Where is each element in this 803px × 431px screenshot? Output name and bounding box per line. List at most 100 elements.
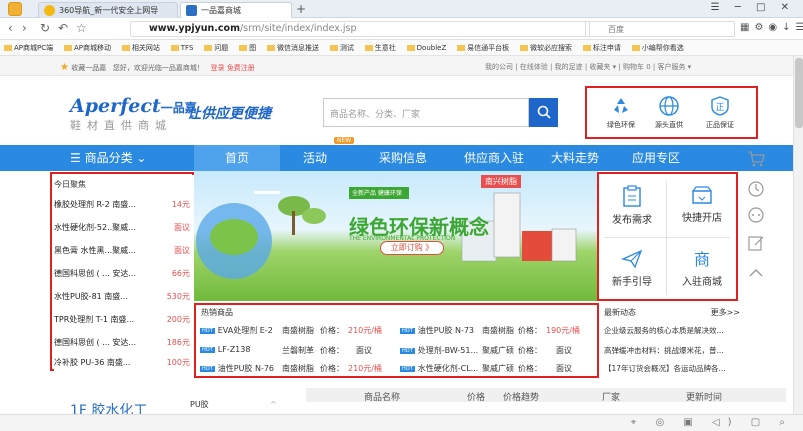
search-button[interactable] [529,98,558,127]
hot-seller: 兰磐制革 [282,346,314,355]
quick-open-store-button[interactable]: 快捷开店 [668,175,736,237]
browser-status-bar: ⌖ ◎ ▣ ◁) ▢ ⌕ [0,414,803,431]
news-more-link[interactable]: 更多>> [711,307,740,318]
nav-supplier-join[interactable]: 供应商入驻 [452,145,536,171]
list-item[interactable]: 德国科思创 ( ... 安达... 186元 [54,337,190,348]
hot-name: EVA处理剂 E-2 [217,326,273,335]
quick-label: 快捷开店 [682,213,722,224]
hot-seller: 聚威广硕 [482,364,514,373]
browser-tab-ypj[interactable]: 一品嘉商城 [180,2,292,18]
bookmark-item[interactable]: 相关网站 [122,43,160,53]
hot-price: 面议 [356,346,372,355]
news-item[interactable]: 高弹缓冲击材料：挑战爆米花，普... [604,345,742,356]
product-name: 黑色膏 水性黑...聚威... [54,246,136,255]
hot-price: 面议 [556,364,572,373]
feature-green[interactable]: 绿色环保 [598,95,644,130]
nav-procurement[interactable]: 采购信息 [368,145,438,171]
page-scrollbar[interactable] [793,56,803,414]
news-item[interactable]: 【17年订货会概况】各运动品牌各... [604,363,742,374]
search-icon [537,105,551,119]
status-icons[interactable]: ⌖ ◎ ▣ ◁) ▢ ⌕ [631,417,793,428]
back-to-top-icon[interactable] [746,264,766,284]
category-menu[interactable]: ☰ 商品分类 ⌄ [54,145,194,171]
login-link[interactable]: 登录 [211,64,225,72]
back-icon[interactable]: ‹ [8,21,13,35]
order-now-button[interactable]: 立即订购 》 [380,241,444,255]
bookmark-item[interactable]: AP商城移动 [64,43,111,53]
nav-app-zone[interactable]: 应用专区 [622,145,690,171]
nav-activity[interactable]: 活动 [290,145,340,171]
floor-subcategory[interactable]: PU胶 [190,399,209,410]
beginner-guide-button[interactable]: 新手引导 [598,239,666,301]
home-icon[interactable]: ☆ [76,21,87,35]
site-logo[interactable]: Aperfect一品嘉 [70,95,197,117]
publish-demand-button[interactable]: 发布需求 [598,175,666,237]
new-tab-icon[interactable]: + [296,2,306,16]
product-price: 66元 [171,269,190,278]
news-title: 最新动态 [604,308,636,317]
bookmark-item[interactable]: 易信通平台板 [457,43,509,53]
refresh-icon[interactable]: ↻ [40,21,50,35]
hot-product[interactable]: HOT 处理剂-BW-51... [400,345,478,356]
nav-home[interactable]: 首页 [194,145,280,171]
feedback-icon[interactable] [746,234,766,254]
product-price: 100元 [166,358,190,367]
hot-badge: HOT [200,328,215,334]
bookmark-item[interactable]: 生意社 [365,43,396,53]
window-controls[interactable]: ☰ ─ □ ✕ [711,2,795,13]
list-item[interactable]: 德国科思创 ( ... 安达... 66元 [54,268,190,279]
paper-plane-icon [621,249,643,269]
hot-title: 热销商品 [201,308,233,317]
join-mall-button[interactable]: 商 入驻商城 [668,239,736,301]
bookmark-item[interactable]: AP商城PC端 [4,43,53,53]
history-icon[interactable] [746,180,766,200]
bookmark-item[interactable]: 图 [239,43,256,53]
favorite-link[interactable]: ★ 收藏一品嘉 您好，欢迎光临一品嘉商城！ 登录 免费注册 [60,62,255,73]
tab-label: 360导航_新一代安全上网导 [59,6,159,15]
hot-product[interactable]: HOT EVA处理剂 E-2 [200,325,273,336]
feature-source[interactable]: 源头直供 [646,95,692,130]
list-item[interactable]: 黑色膏 水性黑...聚威... 面议 [54,245,190,256]
browser-nav-bar: ‹ › ↻ ↶ ☆ www.ypjyun.com/srm/site/index/… [0,18,803,40]
address-bar[interactable]: www.ypjyun.com/srm/site/index/index.jsp [130,21,590,37]
hot-product[interactable]: HOT 油性PU胶 N-73 [400,325,474,336]
bookmark-item[interactable]: 微软必应搜索 [520,43,572,53]
list-item[interactable]: 水性PU胶-81 南盛... 530元 [54,291,190,302]
brand-tag: 南兴树脂 [481,175,521,188]
list-item[interactable]: 橡胶处理剂 R-2 南盛... 14元 [54,199,190,210]
feature-genuine[interactable]: 正 正品保证 [697,95,743,130]
undo-icon[interactable]: ↶ [58,21,68,35]
service-icon[interactable] [746,206,766,226]
bookmark-item[interactable]: 小编帮你看选 [632,43,684,53]
hot-product[interactable]: HOT LF-Z138 [200,345,250,354]
browser-tools-icons[interactable]: ▦⚙◉↓☰ [740,22,803,33]
certified-icon: 正 [711,96,729,116]
scrollbar-thumb[interactable] [795,58,803,128]
browser-tab-360[interactable]: 360导航_新一代安全上网导 [38,2,178,18]
bookmark-item[interactable]: 测试 [330,43,354,53]
forward-icon[interactable]: › [22,21,27,35]
bookmark-item[interactable]: DoubleZ [407,44,447,52]
hot-seller: 聚威广硕 [482,346,514,355]
hot-product[interactable]: HOT 水性硬化剂-CL... [400,363,478,374]
bookmark-item[interactable]: TFS [171,44,194,52]
chevron-up-icon[interactable]: ^ [270,400,277,409]
bookmark-item[interactable]: 问题 [204,43,228,53]
search-engine-box[interactable]: 百度 [585,21,735,37]
list-item[interactable]: 冷补胶 PU-36 南盛... 100元 [54,357,190,368]
list-item[interactable]: TPR处理剂 T-1 南盛... 200元 [54,314,190,325]
user-avatar[interactable] [8,2,22,16]
site-favicon [186,5,197,16]
hot-product[interactable]: HOT 油性PU胶 N-76 [200,363,274,374]
news-item[interactable]: 企业级云服务的核心本质是解决效... [604,325,742,336]
cart-icon[interactable] [746,150,766,170]
list-item[interactable]: 水性硬化剂-52..聚威... 面议 [54,222,190,233]
promo-banner[interactable]: 南兴树脂 全新产品 健康环保 绿色环保新概念 THE ENVIRONMENTAL… [194,171,598,301]
hot-price: 190元/桶 [546,326,580,335]
search-input[interactable]: 商品名称、分类、厂家 [323,98,529,127]
nav-market-trend[interactable]: 大料走势 [540,145,610,171]
top-links[interactable]: 我的公司 | 在线体验 | 我的足迹 | 收藏夹 ▾ | 购物车 0 | 客户服… [485,62,691,72]
register-link[interactable]: 免费注册 [227,64,255,72]
bookmark-item[interactable]: 微信消息推送 [267,43,319,53]
bookmark-item[interactable]: 标注申请 [583,43,621,53]
